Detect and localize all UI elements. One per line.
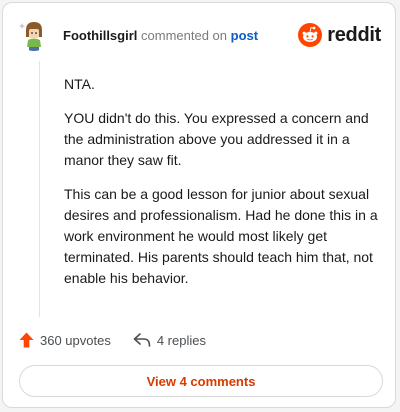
comment-card: Foothillsgirl commented on post reddit N… [2, 2, 396, 408]
comment-paragraph: YOU didn't do this. You expressed a conc… [64, 110, 369, 168]
reply-count[interactable]: 4 replies [133, 333, 206, 348]
upvote-label: 360 upvotes [40, 332, 111, 348]
view-comments-label: View 4 comments [146, 373, 256, 389]
thread-line [39, 61, 40, 317]
author-name[interactable]: Foothillsgirl [63, 28, 137, 43]
avatar[interactable] [17, 17, 51, 51]
brand-wordmark: reddit [327, 23, 381, 46]
view-comments-button[interactable]: View 4 comments [19, 365, 383, 397]
comment-paragraph: NTA. [64, 76, 95, 92]
reddit-logo[interactable]: reddit [298, 23, 381, 47]
avatar-icon [17, 17, 51, 51]
comment-body: NTA. YOU didn't do this. You expressed a… [64, 74, 382, 302]
upvote-arrow-icon [19, 332, 34, 348]
action-text: commented on [141, 28, 228, 43]
reply-arrow-icon [133, 333, 151, 347]
comment-paragraph: This can be a good lesson for junior abo… [64, 186, 378, 286]
post-link[interactable]: post [231, 28, 258, 43]
comment-header: Foothillsgirl commented on post [63, 28, 258, 43]
reply-label: 4 replies [156, 332, 206, 348]
reddit-snoo-icon [298, 23, 323, 47]
upvote-count[interactable]: 360 upvotes [19, 332, 111, 348]
comment-stats: 360 upvotes 4 replies [19, 332, 206, 348]
